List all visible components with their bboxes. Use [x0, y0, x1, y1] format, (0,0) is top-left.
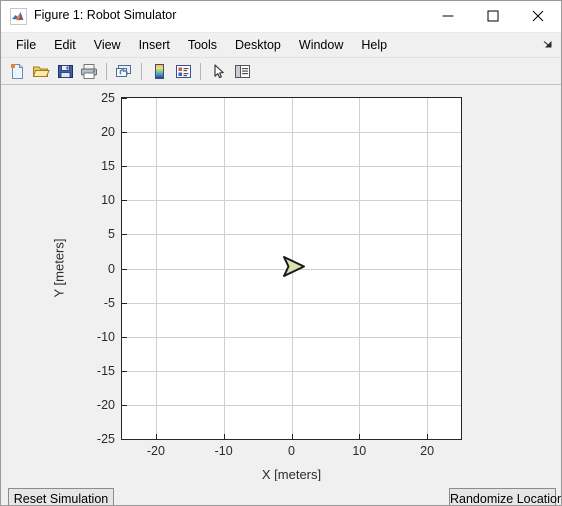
x-tick-label: 0: [288, 444, 295, 458]
menu-item-insert[interactable]: Insert: [130, 33, 179, 57]
edit-plot-pointer-icon[interactable]: [206, 60, 230, 83]
x-tick-label: 20: [420, 444, 435, 458]
colorbar-icon[interactable]: [147, 60, 171, 83]
save-figure-icon[interactable]: [53, 60, 77, 83]
x-tick: [359, 434, 361, 439]
toolbar-separator: [106, 62, 107, 80]
grid-line-horizontal: [122, 234, 461, 236]
grid-line-horizontal: [122, 404, 461, 406]
menu-item-view[interactable]: View: [85, 33, 130, 57]
menu-item-help[interactable]: Help: [352, 33, 396, 57]
open-file-icon[interactable]: [29, 60, 53, 83]
y-axis-label: Y [meters]: [51, 238, 67, 298]
close-button[interactable]: [515, 1, 560, 31]
menu-item-window[interactable]: Window: [290, 33, 352, 57]
y-tick-label: 20: [101, 125, 115, 140]
link-plot-icon[interactable]: [112, 60, 136, 83]
x-tick: [223, 434, 225, 439]
y-tick-label: -5: [103, 295, 115, 310]
y-tick-label: 0: [108, 261, 115, 276]
y-tick-label: -10: [96, 329, 115, 344]
y-tick-label: 10: [101, 193, 115, 208]
grid-line-horizontal: [122, 132, 461, 134]
y-tick: [122, 439, 127, 440]
new-figure-icon[interactable]: [5, 60, 29, 83]
y-tick: [122, 370, 127, 372]
y-tick-label: 25: [101, 91, 115, 105]
y-tick: [122, 404, 127, 406]
y-tick: [122, 234, 127, 236]
grid-line-horizontal: [122, 370, 461, 372]
grid-line-horizontal: [122, 336, 461, 338]
x-tick-label: 10: [352, 444, 367, 458]
plot-axes[interactable]: -20 -10 0 10 20 -25 -20 -15 -10 -5 0 5 10 15 20 25: [97, 91, 462, 458]
figure-window: Figure 1: Robot Simulator File Edit View…: [0, 0, 562, 506]
reset-simulation-button[interactable]: Reset Simulation: [8, 488, 114, 505]
x-axis-label: X [meters]: [261, 467, 322, 482]
legend-icon[interactable]: [171, 60, 195, 83]
menu-item-file[interactable]: File: [7, 33, 45, 57]
grid-line-horizontal: [122, 166, 461, 168]
y-tick: [122, 336, 127, 338]
toolbar: [1, 58, 561, 85]
menu-item-desktop[interactable]: Desktop: [226, 33, 290, 57]
minimize-button[interactable]: [425, 1, 470, 31]
y-tick: [122, 98, 127, 99]
maximize-button[interactable]: [470, 1, 515, 31]
menu-bar: File Edit View Insert Tools Desktop Wind…: [1, 33, 561, 58]
property-inspector-icon[interactable]: [230, 60, 254, 83]
y-tick: [122, 302, 127, 304]
y-tick: [122, 132, 127, 134]
y-tick-label: 5: [108, 227, 115, 242]
undock-arrow-icon[interactable]: [540, 38, 554, 52]
randomize-location-button[interactable]: Randomize Location: [449, 488, 561, 505]
x-tick: [155, 434, 157, 439]
x-tick-label: -20: [146, 444, 165, 458]
y-tick-label: -20: [96, 397, 115, 412]
y-tick: [122, 268, 127, 270]
menu-item-edit[interactable]: Edit: [45, 33, 85, 57]
toolbar-separator: [141, 62, 142, 80]
x-tick: [427, 434, 429, 439]
grid-line-horizontal: [122, 302, 461, 304]
title-bar: Figure 1: Robot Simulator: [1, 1, 561, 33]
menu-item-tools[interactable]: Tools: [179, 33, 226, 57]
window-title: Figure 1: Robot Simulator: [34, 8, 177, 22]
bottom-button-bar: Reset Simulation Randomize Location: [1, 481, 561, 505]
y-tick-label: 15: [101, 159, 115, 174]
x-tick: [291, 434, 293, 439]
y-tick-label: -25: [96, 432, 115, 446]
y-tick: [122, 200, 127, 202]
figure-canvas: -20 -10 0 10 20 -25 -20 -15 -10 -5 0 5 10 15 20 25 X [m…: [1, 85, 561, 482]
grid-line-horizontal: [122, 200, 461, 202]
y-tick-label: -15: [96, 363, 115, 378]
y-tick: [122, 166, 127, 168]
print-figure-icon[interactable]: [77, 60, 101, 83]
toolbar-separator: [200, 62, 201, 80]
x-tick-label: -10: [214, 444, 233, 458]
robot-marker: [277, 253, 307, 284]
matlab-membrane-icon: [10, 8, 27, 25]
